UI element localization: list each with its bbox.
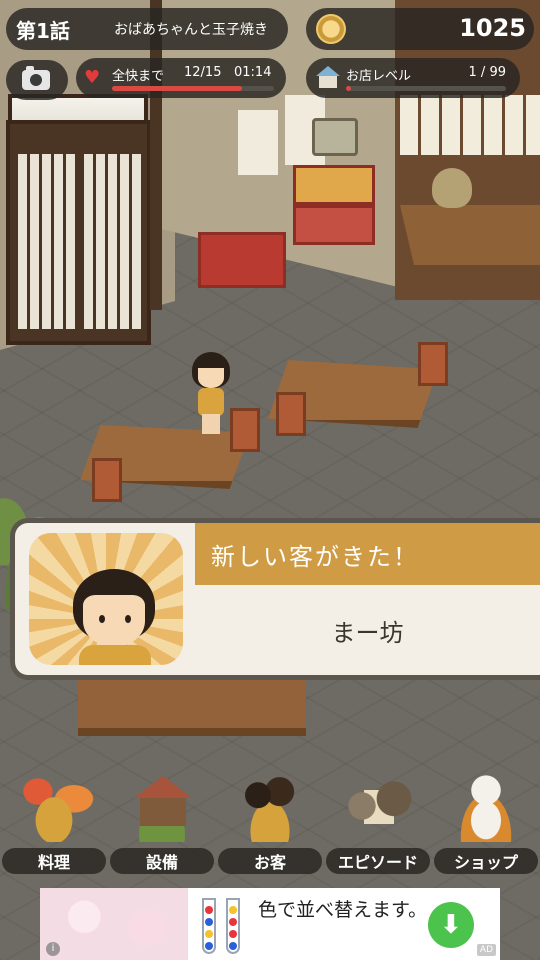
color-tube-icon [202, 898, 216, 954]
ball [205, 918, 213, 926]
chair [418, 342, 448, 386]
ad-flower-image: i [40, 888, 188, 960]
camera-icon [22, 66, 50, 90]
ad-info-icon[interactable]: i [46, 942, 60, 956]
counter [400, 205, 540, 265]
kettle [432, 168, 472, 208]
shop-roof [316, 66, 340, 76]
coin-counter: 1025 [306, 8, 534, 50]
portrait-eye [125, 615, 131, 623]
recovery-label: 全快まで [112, 69, 165, 84]
ball [229, 906, 237, 914]
customer-character[interactable] [190, 352, 232, 434]
notification-title: 新しい客がきた！ [211, 543, 419, 571]
ad-text: 色で並べ替えます。 [258, 899, 428, 921]
shop-level-value: 1 / 99 [468, 65, 506, 80]
menu-shop-button[interactable]: ショップ [434, 770, 538, 880]
heart-icon: ♥ [84, 67, 101, 88]
chair [276, 392, 306, 436]
portrait-face [83, 595, 145, 647]
shop-base [319, 76, 337, 88]
menu-label: お客 [218, 848, 322, 874]
cooking-icon [14, 770, 94, 842]
menu-cooking-button[interactable]: 料理 [2, 770, 106, 880]
download-arrow-icon[interactable]: ⬇ [428, 902, 474, 948]
shop-icon [446, 770, 526, 842]
color-tube-icon [226, 898, 240, 954]
menu-label: エピソード [326, 848, 430, 874]
coin-amount: 1025 [459, 14, 526, 42]
menu-episode-button[interactable]: エピソード [326, 770, 430, 880]
menu-equipment-button[interactable]: 設備 [110, 770, 214, 880]
ball [205, 942, 213, 950]
drink-crate [198, 232, 286, 288]
customers-icon [230, 770, 310, 842]
ball [205, 906, 213, 914]
episode-icon [338, 770, 418, 842]
wall-menu-cards [400, 95, 540, 155]
portrait-body [79, 645, 151, 665]
drink-crate [293, 205, 375, 245]
character-body [198, 388, 224, 416]
sliding-door [6, 120, 151, 345]
notification-header: 新しい客がきた！ [195, 523, 540, 585]
camera-button[interactable] [6, 60, 68, 100]
shop-house-icon [316, 66, 340, 88]
shop-level-bar-fill [346, 86, 351, 91]
menu-customers-button[interactable]: お客 [218, 770, 322, 880]
recovery-status: ♥ 全快まで 12/15 01:14 [76, 58, 286, 98]
front-bench [78, 676, 306, 736]
customer-portrait [29, 533, 183, 665]
recovery-bar [112, 86, 274, 91]
character-legs [202, 414, 220, 434]
recovery-count: 12/15 [184, 65, 222, 80]
recovery-bar-fill [112, 86, 242, 91]
shop-level-label: お店レベル [346, 69, 412, 84]
menu-label: 料理 [2, 848, 106, 874]
episode-banner[interactable]: 第1話 おばあちゃんと玉子焼き [6, 8, 288, 50]
shop-level-bar [346, 86, 506, 91]
television [312, 118, 358, 156]
ad-banner[interactable]: i 色で並べ替えます。 ⬇ AD [40, 888, 500, 960]
ball [229, 942, 237, 950]
chair [92, 458, 122, 502]
wall-poster [238, 110, 278, 175]
episode-number: 第1話 [16, 18, 70, 43]
ball [229, 918, 237, 926]
recovery-timer: 01:14 [234, 65, 272, 80]
ball [229, 930, 237, 938]
character-face [198, 368, 224, 388]
portrait-eye [99, 615, 105, 623]
new-customer-notification[interactable]: 新しい客がきた！ まー坊 [10, 518, 540, 680]
customer-name: まー坊 [331, 618, 404, 647]
ball [205, 930, 213, 938]
menu-label: 設備 [110, 848, 214, 874]
shop-level-status: お店レベル 1 / 99 [306, 58, 520, 98]
episode-title: おばあちゃんと玉子焼き [114, 22, 268, 38]
door-pane-right [84, 154, 142, 329]
menu-label: ショップ [434, 848, 538, 874]
ad-badge: AD [476, 944, 496, 956]
chair [230, 408, 260, 452]
drink-crate [293, 165, 375, 205]
door-pane-left [18, 154, 76, 329]
coin-icon [316, 14, 346, 44]
equipment-icon [122, 770, 202, 842]
